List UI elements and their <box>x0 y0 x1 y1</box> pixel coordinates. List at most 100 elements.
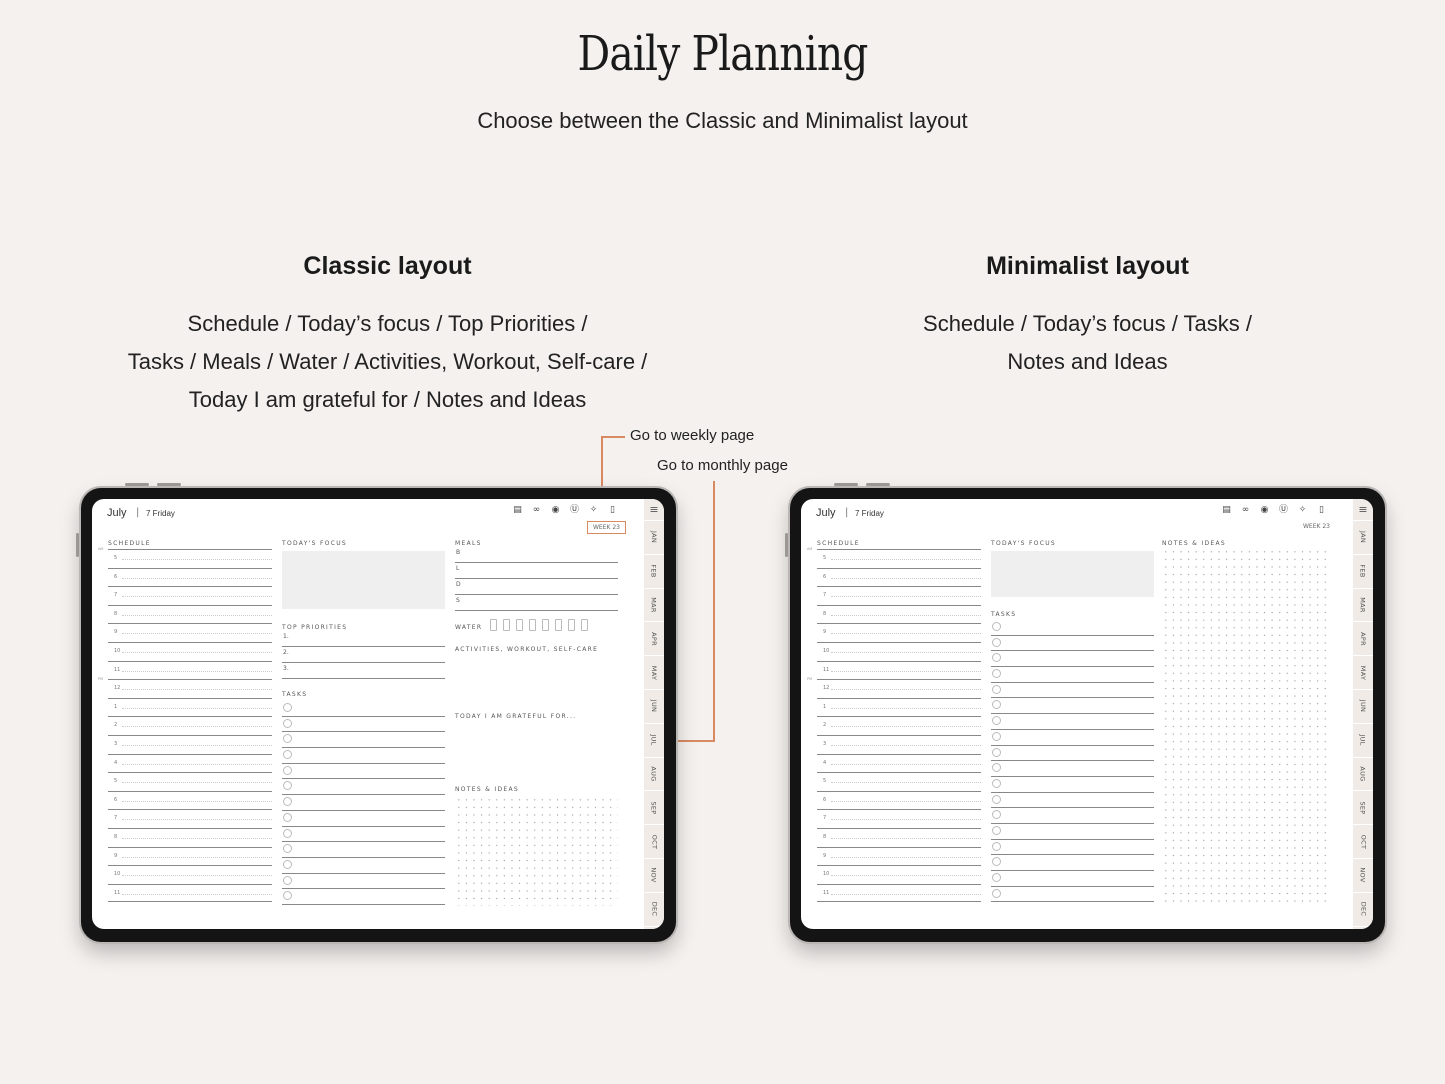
schedule-row[interactable]: 8 <box>108 827 272 847</box>
month-tab-nov[interactable]: NOV <box>644 859 664 893</box>
task-row[interactable] <box>991 730 1154 746</box>
month-tab-feb[interactable]: FEB <box>1353 555 1373 589</box>
month-link[interactable]: July <box>107 507 127 519</box>
task-row[interactable] <box>991 636 1154 652</box>
meal-row[interactable]: S <box>455 595 618 611</box>
schedule-row[interactable]: 9 <box>817 846 981 866</box>
task-row[interactable] <box>991 840 1154 856</box>
schedule-row[interactable]: 11 <box>817 660 981 680</box>
task-checkbox[interactable] <box>992 637 1001 647</box>
water-glass[interactable] <box>542 619 549 631</box>
schedule-row[interactable]: 4 <box>108 753 272 773</box>
schedule-row[interactable]: 5 AM <box>807 547 981 568</box>
month-tab-apr[interactable]: APR <box>1353 622 1373 657</box>
schedule-row[interactable]: 3 <box>108 734 272 754</box>
notes-dot-grid[interactable] <box>455 796 618 906</box>
task-row[interactable] <box>991 714 1154 730</box>
task-row[interactable] <box>282 889 445 905</box>
task-checkbox[interactable] <box>283 718 292 728</box>
task-row[interactable] <box>282 827 445 843</box>
meal-row[interactable]: B <box>455 547 618 563</box>
schedule-row[interactable]: 11 <box>817 883 981 903</box>
page-icon[interactable]: ▯ <box>607 505 618 516</box>
task-row[interactable] <box>991 651 1154 668</box>
task-checkbox[interactable] <box>283 828 292 838</box>
schedule-row[interactable]: 1 <box>108 697 272 717</box>
task-row[interactable] <box>991 777 1154 793</box>
task-row[interactable] <box>282 811 445 827</box>
schedule-row[interactable]: 9 <box>108 846 272 866</box>
schedule-row[interactable]: 7 <box>817 809 981 828</box>
month-tab-jan[interactable]: JAN <box>1353 521 1373 555</box>
water-glass[interactable] <box>503 619 510 631</box>
task-checkbox[interactable] <box>283 797 292 807</box>
month-tab-dec[interactable]: DEC <box>1353 893 1373 927</box>
month-tab-apr[interactable]: APR <box>644 622 664 657</box>
task-row[interactable] <box>991 871 1154 887</box>
priority-row[interactable]: 3. <box>282 663 445 679</box>
task-row[interactable] <box>282 858 445 874</box>
task-checkbox[interactable] <box>992 763 1001 773</box>
schedule-row[interactable]: 2 <box>817 716 981 735</box>
task-checkbox[interactable] <box>992 873 1001 882</box>
schedule-row[interactable]: 5 AM <box>98 547 272 568</box>
month-tab-jun[interactable]: JUN <box>644 690 664 724</box>
notepad-icon[interactable]: ▤ <box>512 505 523 516</box>
water-glass[interactable] <box>516 619 523 631</box>
schedule-row[interactable]: 7 <box>108 586 272 605</box>
water-glass[interactable] <box>581 619 588 631</box>
month-tab-may[interactable]: MAY <box>644 656 664 690</box>
schedule-row[interactable]: 4 <box>817 753 981 773</box>
month-tab-jun[interactable]: JUN <box>1353 690 1373 724</box>
menu-icon[interactable]: ≡ <box>644 499 664 521</box>
task-checkbox[interactable] <box>283 750 292 760</box>
schedule-row[interactable]: 10 <box>108 641 272 661</box>
task-checkbox[interactable] <box>992 810 1001 820</box>
task-row[interactable] <box>282 874 445 890</box>
task-checkbox[interactable] <box>283 844 292 854</box>
meal-row[interactable]: L <box>455 563 618 579</box>
meal-row[interactable]: D <box>455 579 618 595</box>
week-link[interactable]: WEEK 23 <box>1298 521 1335 532</box>
schedule-row[interactable]: 8 <box>817 604 981 624</box>
priority-row[interactable]: 1. <box>282 631 445 647</box>
task-checkbox[interactable] <box>992 857 1001 867</box>
task-checkbox[interactable] <box>992 778 1001 788</box>
task-row[interactable] <box>282 779 445 796</box>
task-checkbox[interactable] <box>992 622 1001 631</box>
schedule-row[interactable]: 11 <box>108 660 272 680</box>
task-checkbox[interactable] <box>992 700 1001 710</box>
schedule-row[interactable]: 5 <box>817 772 981 791</box>
task-row[interactable] <box>282 732 445 749</box>
task-row[interactable] <box>282 748 445 764</box>
task-checkbox[interactable] <box>992 731 1001 741</box>
page-icon[interactable]: ▯ <box>1316 505 1327 516</box>
water-glass[interactable] <box>555 619 562 631</box>
task-checkbox[interactable] <box>283 703 292 712</box>
schedule-row[interactable]: 8 <box>817 827 981 847</box>
task-checkbox[interactable] <box>283 891 292 901</box>
schedule-row[interactable]: 7 <box>817 586 981 605</box>
task-checkbox[interactable] <box>992 684 1001 694</box>
month-tab-aug[interactable]: AUG <box>1353 758 1373 792</box>
task-checkbox[interactable] <box>283 734 292 744</box>
schedule-row[interactable]: 12 PM <box>807 677 981 698</box>
schedule-row[interactable]: 10 <box>108 865 272 884</box>
task-row[interactable] <box>282 764 445 780</box>
schedule-row[interactable]: 6 <box>108 790 272 810</box>
schedule-row[interactable]: 9 <box>108 623 272 642</box>
month-tab-mar[interactable]: MAR <box>644 589 664 623</box>
cooking-pot-icon[interactable]: ◉ <box>550 505 561 516</box>
task-checkbox[interactable] <box>992 888 1001 898</box>
focus-input[interactable] <box>991 551 1154 597</box>
cooking-pot-icon[interactable]: ◉ <box>1259 505 1270 516</box>
week-link[interactable]: WEEK 23 <box>587 521 626 534</box>
task-checkbox[interactable] <box>992 669 1001 679</box>
month-tab-sep[interactable]: SEP <box>1353 791 1373 826</box>
month-tab-nov[interactable]: NOV <box>1353 859 1373 893</box>
dumbbell-icon[interactable]: ∞ <box>531 505 542 516</box>
task-checkbox[interactable] <box>283 765 292 775</box>
task-checkbox[interactable] <box>283 875 292 885</box>
task-checkbox[interactable] <box>992 794 1001 804</box>
menu-icon[interactable]: ≡ <box>1353 499 1373 521</box>
